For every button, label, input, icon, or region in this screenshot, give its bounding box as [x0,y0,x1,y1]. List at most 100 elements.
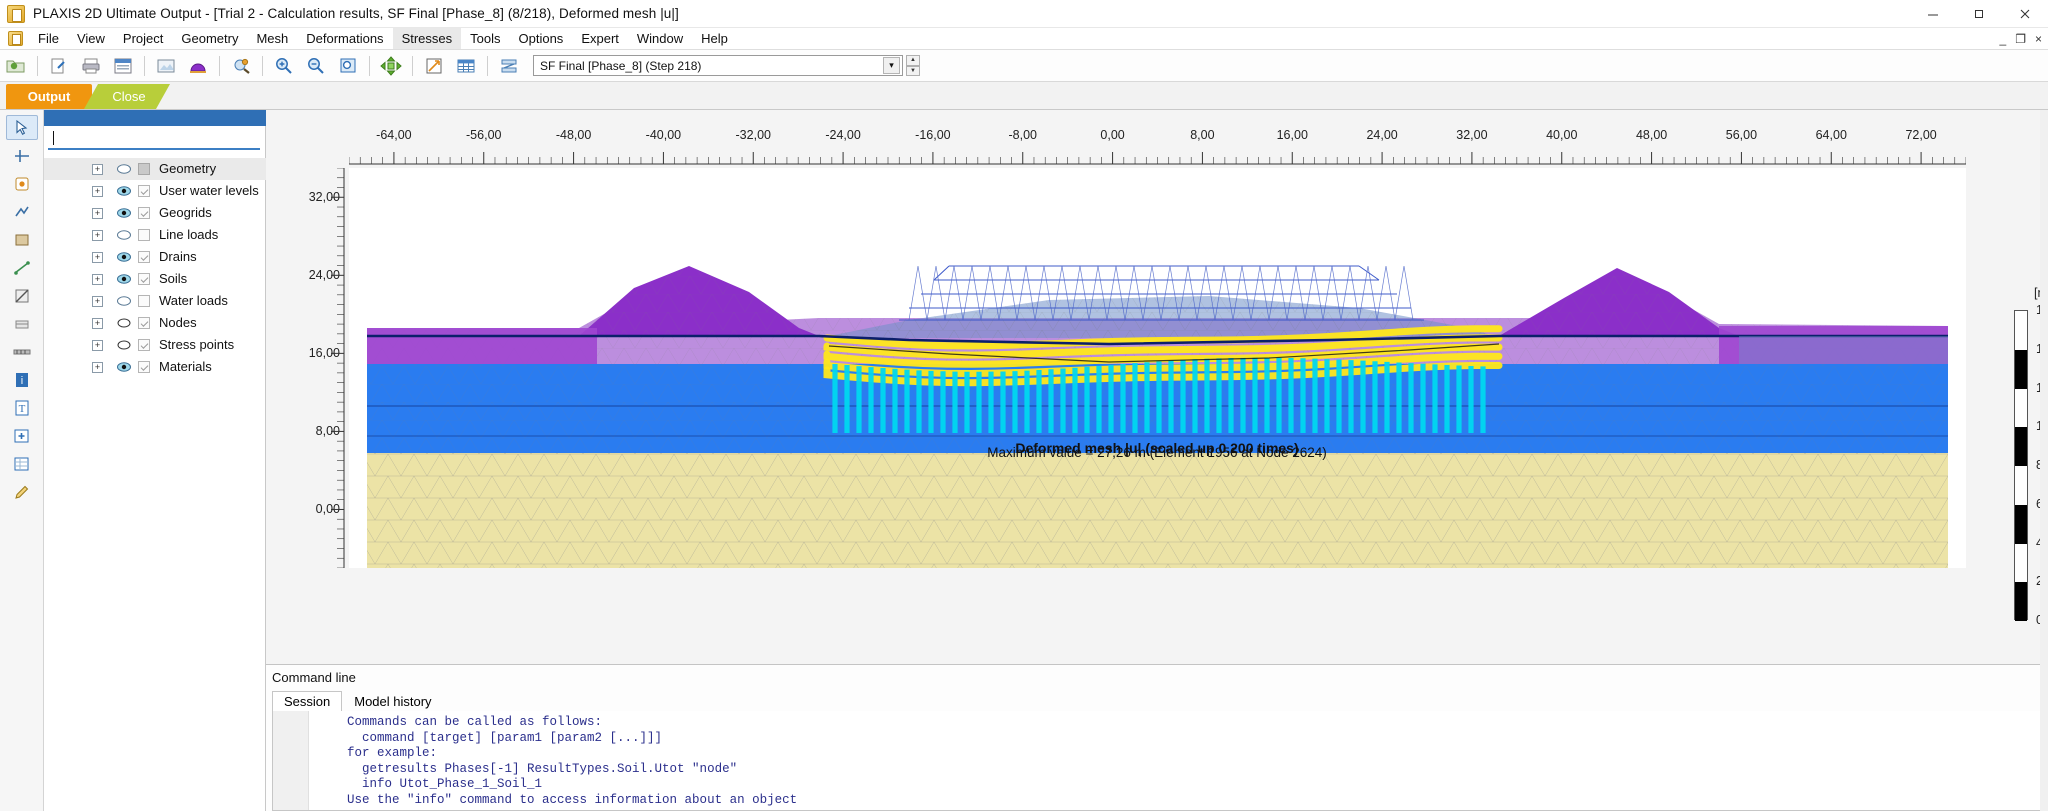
eye-icon[interactable] [116,162,132,176]
visibility-checkbox[interactable] [138,251,150,263]
eye-icon[interactable] [116,272,132,286]
menu-options[interactable]: Options [510,28,573,49]
new-window-icon[interactable] [44,52,74,80]
scale-icon[interactable] [419,52,449,80]
table-icon[interactable] [451,52,481,80]
tree-item-nodes[interactable]: + Nodes [44,312,266,334]
expand-plus-icon[interactable]: + [92,186,103,197]
print-icon[interactable] [76,52,106,80]
annotation-icon[interactable]: T [6,395,38,420]
visibility-checkbox[interactable] [138,273,150,285]
doc-restore-icon[interactable]: ❐ [2015,32,2026,46]
visibility-checkbox[interactable] [138,185,150,197]
result-plot-area[interactable]: -64,00 -56,00 -48,00 -40,00 -32,00 -24,00 -16,… [266,110,2048,720]
rect-select-icon[interactable] [6,227,38,252]
visibility-checkbox[interactable] [138,207,150,219]
menu-geometry[interactable]: Geometry [172,28,247,49]
restore-icon[interactable] [1956,0,2002,28]
select-cursor-icon[interactable] [5,115,38,140]
tree-item-drains[interactable]: + Drains [44,246,266,268]
eye-icon[interactable] [116,250,132,264]
tree-search-input[interactable] [48,128,260,150]
visibility-checkbox[interactable] [138,317,150,329]
tree-item-soils[interactable]: + Soils [44,268,266,290]
command-line-text: command [target] [param1 [param2 [...]]] [317,730,663,745]
open-project-icon[interactable] [1,52,31,80]
menu-tools[interactable]: Tools [461,28,509,49]
tree-item-water-loads[interactable]: + Water loads [44,290,266,312]
phase-selector[interactable]: SF Final [Phase_8] (Step 218) ▾ [533,55,903,76]
visibility-checkbox[interactable] [138,295,150,307]
expand-plus-icon[interactable]: + [92,296,103,307]
visibility-checkbox[interactable] [138,339,150,351]
cross-section-icon[interactable] [494,52,524,80]
eye-icon[interactable] [116,228,132,242]
tab-model-history[interactable]: Model history [342,691,443,712]
chevron-down-icon[interactable]: ▾ [883,57,900,74]
eye-icon[interactable] [116,294,132,308]
axis-icon[interactable] [6,143,38,168]
command-line-output[interactable]: Commands can be called as follows: comma… [272,711,2042,811]
structure-view-icon[interactable] [6,311,38,336]
expand-plus-icon[interactable]: + [92,362,103,373]
tree-item-materials[interactable]: + Materials [44,356,266,378]
expand-plus-icon[interactable]: + [92,340,103,351]
spinner-down-icon[interactable]: ▼ [906,65,920,76]
eye-icon[interactable] [116,360,132,374]
tab-close[interactable]: Close [84,84,170,109]
tree-item-geogrids[interactable]: + Geogrids [44,202,266,224]
right-scroll-edge[interactable] [2040,110,2048,811]
eye-icon[interactable] [116,184,132,198]
expand-plus-icon[interactable]: + [92,208,103,219]
cross-section-tool-icon[interactable] [6,283,38,308]
tree-item-stress-points[interactable]: + Stress points [44,334,266,356]
minimize-icon[interactable] [1910,0,1956,28]
visibility-checkbox[interactable] [138,229,150,241]
move-arrows-icon[interactable] [376,52,406,80]
menu-stresses[interactable]: Stresses [392,28,462,49]
zoom-region-icon[interactable] [333,52,363,80]
menu-file[interactable]: File [29,28,68,49]
expand-plus-icon[interactable]: + [92,318,103,329]
doc-minimize-icon[interactable]: _ [2000,32,2007,46]
curves-manager-icon[interactable] [183,52,213,80]
step-spinner[interactable]: ▲ ▼ [906,55,920,76]
tree-item-line-loads[interactable]: + Line loads [44,224,266,246]
spinner-up-icon[interactable]: ▲ [906,55,920,66]
point-select-icon[interactable] [6,171,38,196]
tree-item-geometry[interactable]: + Geometry [44,158,266,180]
menu-project[interactable]: Project [114,28,172,49]
ruler-icon[interactable] [6,339,38,364]
menu-mesh[interactable]: Mesh [247,28,297,49]
expand-plus-icon[interactable]: + [92,274,103,285]
menu-window[interactable]: Window [628,28,692,49]
add-curve-point-icon[interactable] [6,423,38,448]
menu-deformations[interactable]: Deformations [297,28,392,49]
distance-measure-icon[interactable] [6,255,38,280]
tree-item-user-water-levels[interactable]: + User water levels [44,180,266,202]
line-select-icon[interactable] [6,199,38,224]
zoom-in-icon[interactable] [269,52,299,80]
report-icon[interactable] [108,52,138,80]
visibility-checkbox[interactable] [138,163,150,175]
eye-icon[interactable] [116,206,132,220]
menu-view[interactable]: View [68,28,114,49]
menu-expert[interactable]: Expert [572,28,628,49]
edit-pencil-icon[interactable] [6,479,38,504]
expand-plus-icon[interactable]: + [92,164,103,175]
expand-plus-icon[interactable]: + [92,252,103,263]
deformed-mesh-canvas[interactable] [349,168,1966,568]
expand-plus-icon[interactable]: + [92,230,103,241]
visibility-checkbox[interactable] [138,361,150,373]
select-structures-icon[interactable] [226,52,256,80]
x-tick-label: -48,00 [555,128,592,142]
tab-output[interactable]: Output [6,84,92,109]
menu-help[interactable]: Help [692,28,737,49]
table-tool-icon[interactable] [6,451,38,476]
tab-session[interactable]: Session [272,691,343,712]
copy-image-icon[interactable] [151,52,181,80]
info-icon[interactable]: i [6,367,38,392]
close-icon[interactable] [2002,0,2048,28]
zoom-out-icon[interactable] [301,52,331,80]
doc-close-icon[interactable]: × [2035,32,2042,46]
